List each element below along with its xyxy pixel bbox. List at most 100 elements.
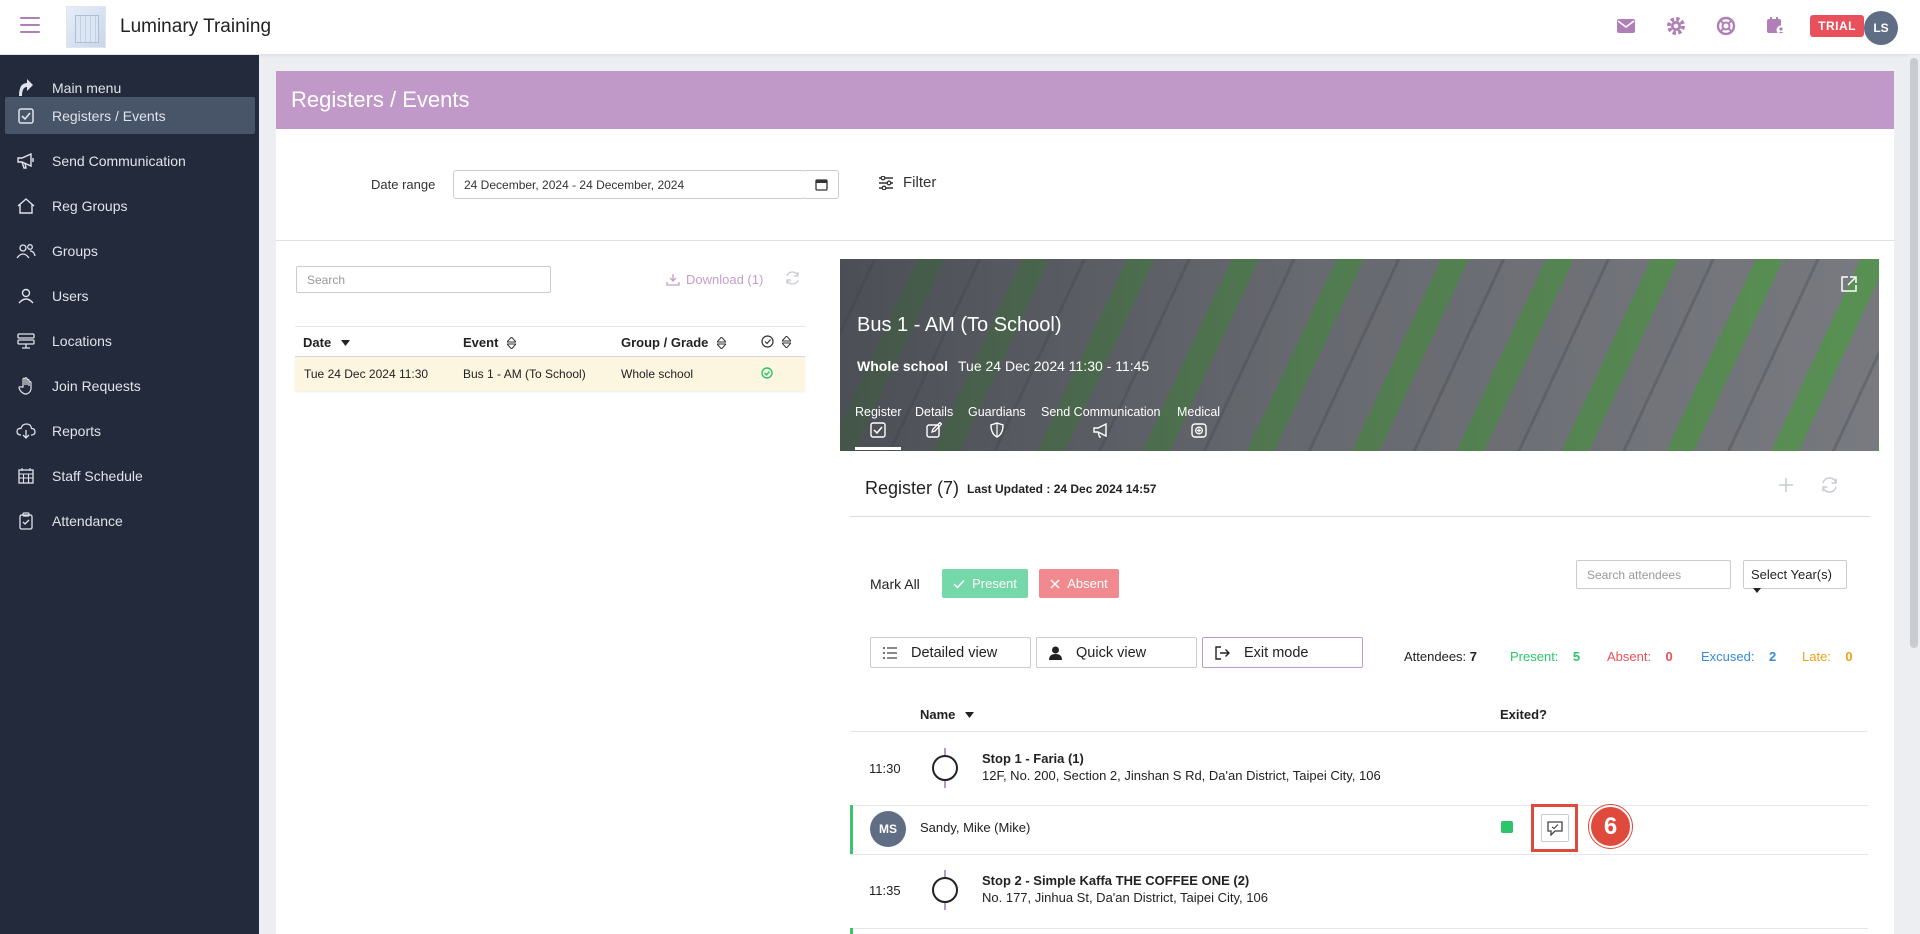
divider — [276, 240, 1894, 241]
sidebar-item-label: Registers / Events — [52, 107, 166, 124]
stop-node-icon — [932, 748, 958, 788]
hand-icon — [15, 375, 37, 397]
gear-icon[interactable] — [1664, 14, 1688, 38]
step-number-badge: 6 — [1589, 805, 1632, 848]
status-check-icon — [761, 367, 773, 382]
mark-all-present-button[interactable]: Present — [942, 569, 1028, 598]
stop-time: 11:30 — [869, 761, 901, 776]
sidebar-item-label: Groups — [52, 242, 98, 259]
shield-icon — [990, 422, 1004, 438]
download-icon — [666, 274, 680, 286]
attendee-name[interactable]: Sandy, Mike (Mike) — [920, 820, 1030, 835]
locations-icon — [15, 330, 37, 352]
medical-icon — [1190, 423, 1207, 438]
sort-desc-icon — [341, 339, 351, 346]
event-title: Bus 1 - AM (To School) — [857, 314, 1062, 336]
register-title: Register (7) — [865, 478, 960, 498]
column-event[interactable]: Event — [463, 335, 517, 350]
download-button[interactable]: Download (1) — [666, 272, 763, 287]
event-time: Tue 24 Dec 2024 11:30 - 11:45 — [958, 358, 1150, 374]
table-row[interactable]: Tue 24 Dec 2024 11:30 Bus 1 - AM (To Sch… — [295, 357, 805, 391]
tab-send-communication[interactable]: Send Communication — [1041, 405, 1161, 438]
stat-absent: Absent: 0 — [1607, 649, 1673, 664]
exit-mode-button[interactable]: Exit mode — [1202, 637, 1363, 668]
refresh-register-icon[interactable] — [1821, 477, 1838, 498]
column-name[interactable]: Name — [920, 707, 975, 722]
tab-medical[interactable]: Medical — [1177, 405, 1220, 438]
sliders-icon — [879, 175, 893, 190]
sidebar-item-label: Reg Groups — [52, 197, 128, 214]
sidebar-item-attendance[interactable]: Attendance — [5, 502, 255, 539]
checkbox-icon — [870, 422, 886, 438]
sidebar-item-locations[interactable]: Locations — [5, 322, 255, 359]
tab-details[interactable]: Details — [915, 405, 953, 438]
attendee-comment-button[interactable] — [1531, 804, 1578, 852]
sidebar-item-label: Locations — [52, 332, 112, 349]
stat-late: Late: 0 — [1802, 649, 1853, 664]
mail-icon[interactable] — [1614, 14, 1638, 38]
arrow-up-icon — [15, 77, 37, 99]
clipboard-check-icon — [15, 510, 37, 532]
filter-button[interactable]: Filter — [878, 174, 936, 191]
sidebar-item-label: Users — [52, 287, 89, 304]
calendar-icon — [814, 179, 828, 191]
sidebar-item-send-communication[interactable]: Send Communication — [5, 142, 255, 179]
check-icon — [953, 579, 965, 589]
check-circle-icon — [761, 335, 774, 348]
stop-name: Stop 2 - Simple Kaffa THE COFFEE ONE (2) — [982, 873, 1250, 888]
add-attendee-plus-icon[interactable] — [1778, 477, 1794, 498]
present-status-indicator[interactable] — [1501, 821, 1513, 833]
stop-node-icon — [932, 870, 958, 910]
sidebar-item-users[interactable]: Users — [5, 277, 255, 314]
stop-name: Stop 1 - Faria (1) — [982, 751, 1084, 766]
megaphone-icon — [15, 150, 37, 172]
column-group-grade[interactable]: Group / Grade — [621, 335, 727, 350]
trial-badge: TRIAL — [1810, 15, 1864, 37]
user-avatar[interactable]: LS — [1864, 11, 1898, 45]
column-date[interactable]: Date — [303, 335, 351, 350]
sign-out-icon — [1215, 645, 1230, 660]
hamburger-menu-icon[interactable] — [20, 17, 40, 35]
active-tab-indicator — [855, 447, 901, 450]
external-link-icon[interactable] — [1840, 275, 1858, 298]
stop-address: 12F, No. 200, Section 2, Jinshan S Rd, D… — [982, 768, 1381, 783]
sidebar-item-reports[interactable]: Reports — [5, 412, 255, 449]
scrollbar-thumb[interactable] — [1910, 58, 1918, 648]
calendar-picker-button[interactable] — [804, 170, 839, 199]
tab-guardians[interactable]: Guardians — [968, 405, 1026, 438]
stat-present: Present: 5 — [1510, 649, 1581, 664]
top-bar: Luminary Training TRIAL LS — [0, 0, 1920, 55]
sidebar-item-label: Attendance — [52, 512, 123, 529]
edit-icon — [926, 422, 943, 438]
detailed-view-button[interactable]: Detailed view — [870, 637, 1031, 668]
row-group: Whole school — [621, 367, 694, 381]
column-status[interactable] — [761, 335, 791, 348]
column-exited: Exited? — [1500, 707, 1547, 722]
checkbox-icon — [15, 105, 37, 127]
help-lifebuoy-icon[interactable] — [1714, 14, 1738, 38]
app-logo — [66, 6, 106, 48]
tab-register[interactable]: Register — [855, 405, 902, 438]
sort-icon — [717, 336, 727, 349]
sidebar-item-join-requests[interactable]: Join Requests — [5, 367, 255, 404]
sidebar-item-reg-groups[interactable]: Reg Groups — [5, 187, 255, 224]
select-year-dropdown[interactable]: Select Year(s) — [1743, 560, 1847, 594]
page-title: Registers / Events — [291, 87, 470, 112]
row-event: Bus 1 - AM (To School) — [463, 367, 586, 381]
sidebar-item-label: Staff Schedule — [52, 467, 143, 484]
filter-label: Filter — [903, 174, 937, 191]
calendar-user-icon[interactable] — [1764, 14, 1788, 38]
sidebar-item-staff-schedule[interactable]: Staff Schedule — [5, 457, 255, 494]
mark-all-absent-button[interactable]: Absent — [1039, 569, 1119, 598]
sidebar-item-groups[interactable]: Groups — [5, 232, 255, 269]
search-attendees-input[interactable]: Search attendees — [1576, 560, 1731, 589]
quick-view-button[interactable]: Quick view — [1036, 637, 1197, 668]
events-search-input[interactable]: Search — [296, 266, 551, 293]
sort-icon — [782, 335, 791, 348]
sidebar-item-registers-events[interactable]: Registers / Events — [5, 97, 255, 134]
sidebar: Main menu Registers / Events Send Commun… — [0, 55, 259, 934]
refresh-list-icon[interactable] — [785, 271, 800, 290]
date-range-input[interactable]: 24 December, 2024 - 24 December, 2024 — [453, 170, 805, 199]
home-icon — [15, 195, 37, 217]
row-divider — [850, 731, 1868, 732]
